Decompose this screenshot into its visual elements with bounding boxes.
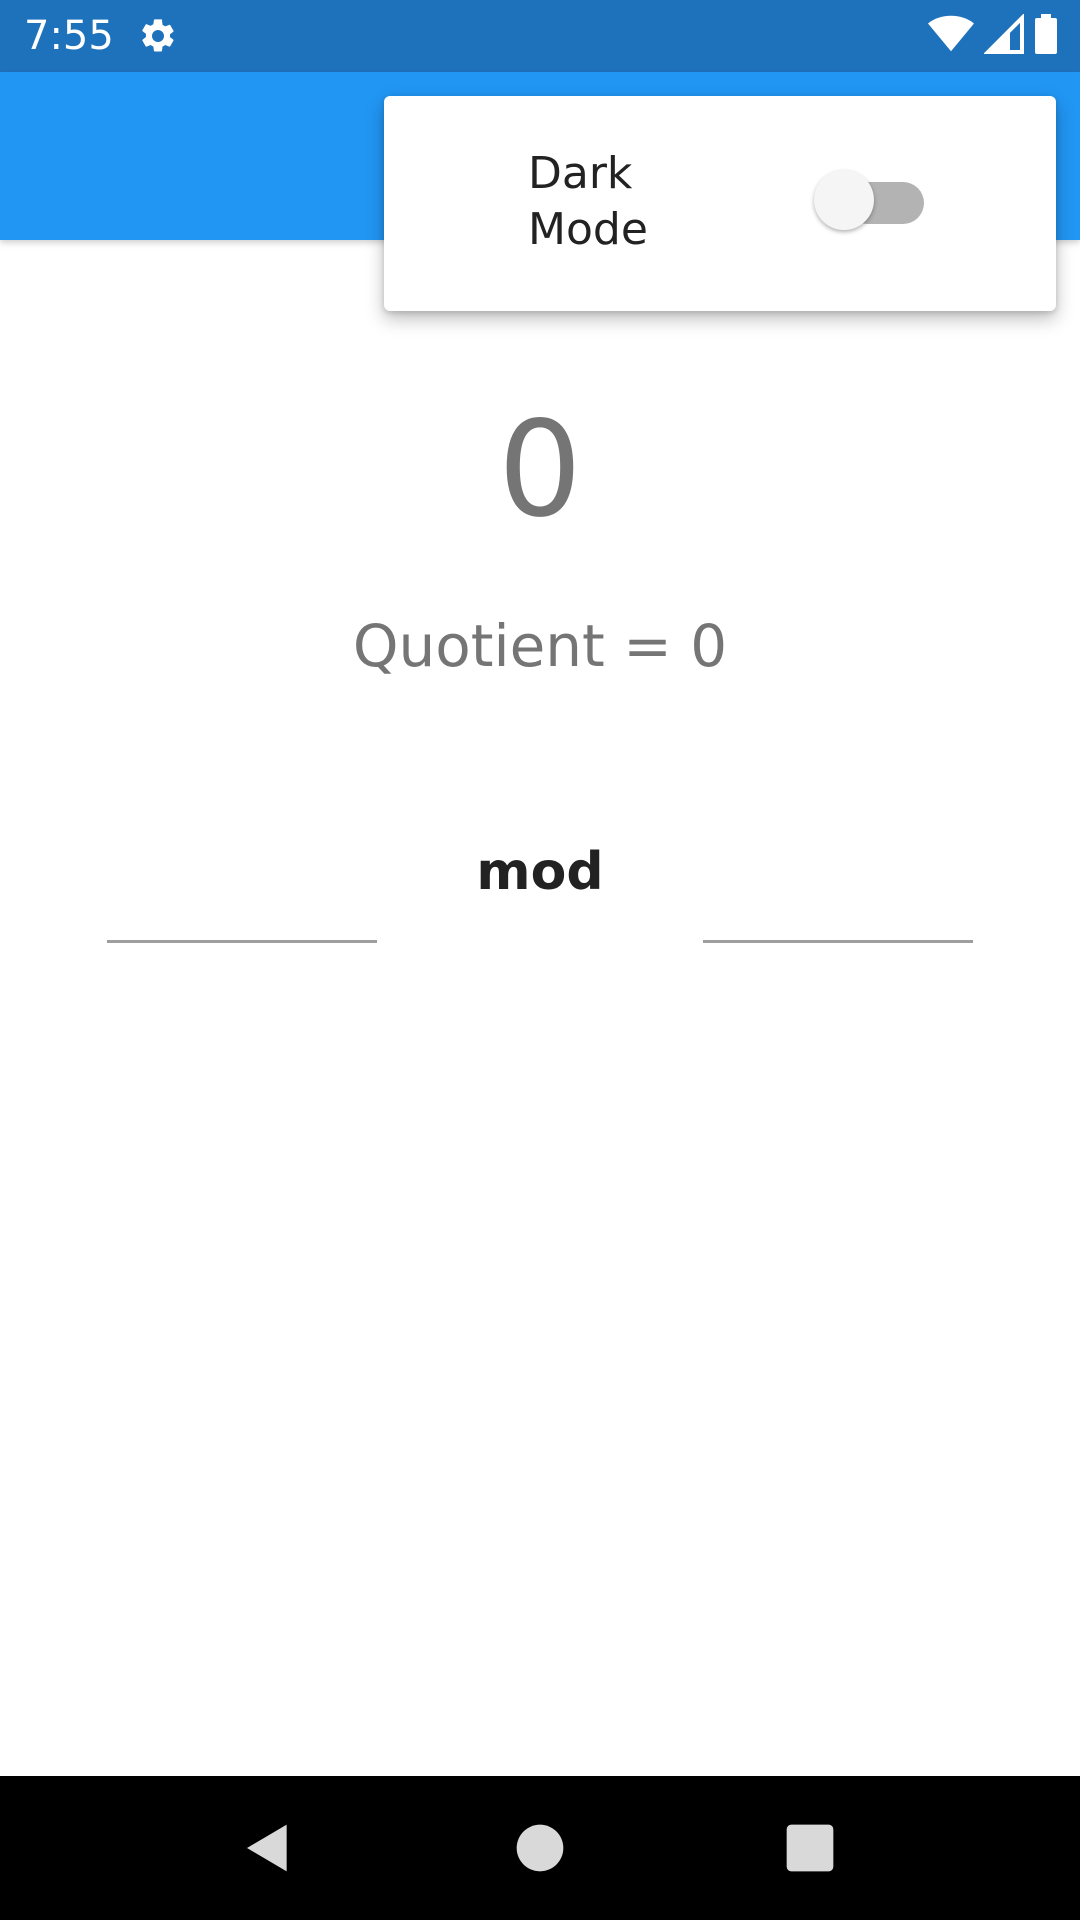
home-icon[interactable] bbox=[512, 1820, 568, 1876]
status-icons bbox=[928, 13, 1058, 58]
recents-icon[interactable] bbox=[782, 1820, 838, 1876]
overflow-menu: Dark Mode bbox=[384, 96, 1056, 311]
divisor-input[interactable] bbox=[703, 880, 977, 940]
divisor-input-underline bbox=[703, 940, 973, 943]
back-icon[interactable] bbox=[240, 1820, 296, 1876]
quotient-text: Quotient = 0 bbox=[352, 612, 728, 680]
gear-icon bbox=[138, 16, 178, 56]
cellular-signal-icon bbox=[983, 13, 1024, 58]
result-value: 0 bbox=[498, 393, 582, 547]
dark-mode-switch[interactable] bbox=[814, 170, 926, 230]
dark-mode-label: Dark Mode bbox=[528, 148, 648, 255]
dividend-input[interactable] bbox=[107, 880, 381, 940]
dividend-input-underline bbox=[107, 940, 377, 943]
status-bar: 7:55 bbox=[0, 0, 1080, 72]
status-time: 7:55 bbox=[24, 13, 114, 59]
battery-icon bbox=[1034, 14, 1058, 58]
wifi-icon bbox=[928, 14, 974, 58]
navigation-bar bbox=[0, 1776, 1080, 1920]
switch-thumb bbox=[814, 170, 874, 230]
